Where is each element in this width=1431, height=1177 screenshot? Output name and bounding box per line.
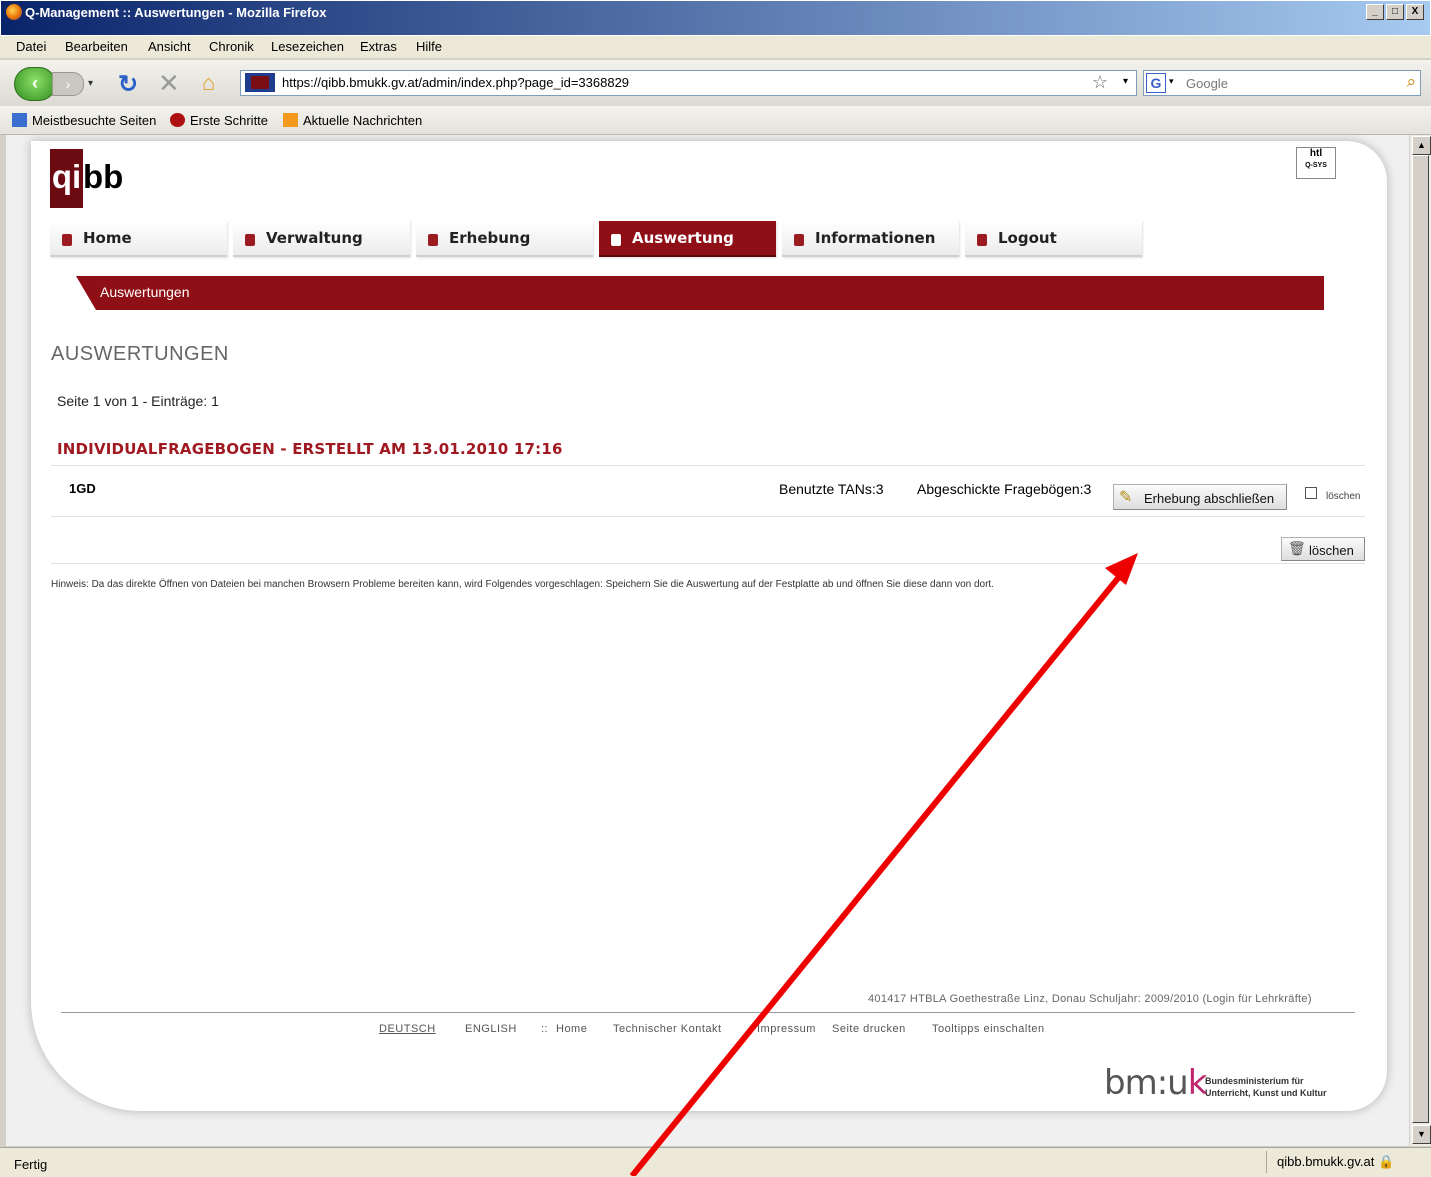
search-icon[interactable]: ⌕ bbox=[1406, 72, 1416, 92]
breadcrumb-item[interactable]: Auswertungen bbox=[100, 284, 190, 300]
home-icon[interactable]: ⌂ bbox=[202, 70, 215, 96]
key-icon: ✎ bbox=[1119, 489, 1133, 506]
page-title: AUSWERTUNGEN bbox=[51, 343, 229, 365]
footer-link-home[interactable]: Home bbox=[556, 1023, 587, 1035]
bookmark-meistbesuchte[interactable]: Meistbesuchte Seiten bbox=[12, 113, 156, 128]
tab-home[interactable]: Home bbox=[50, 221, 227, 257]
trash-icon: 🗑 bbox=[1288, 540, 1306, 556]
history-dropdown-icon[interactable]: ▾ bbox=[88, 78, 93, 89]
bookmark-erste-schritte[interactable]: Erste Schritte bbox=[170, 113, 268, 128]
page-viewport: qi bb htl Q-SYS Home Verwaltung Erhebung… bbox=[6, 135, 1409, 1146]
footer-link-impressum[interactable]: Impressum bbox=[757, 1023, 816, 1035]
scroll-thumb[interactable] bbox=[1412, 155, 1429, 1123]
address-bar[interactable]: https://qibb.bmukk.gv.at/admin/index.php… bbox=[240, 70, 1137, 96]
delete-checkbox-label: löschen bbox=[1326, 491, 1361, 502]
vertical-scrollbar[interactable]: ▲ ▼ bbox=[1409, 135, 1431, 1146]
bookmark-folder-icon bbox=[12, 113, 27, 127]
status-host: qibb.bmukk.gv.at 🔒 bbox=[1266, 1151, 1394, 1173]
menu-chronik[interactable]: Chronik bbox=[209, 39, 254, 54]
google-icon[interactable]: G bbox=[1146, 73, 1166, 93]
htl-qsys-logo: htl Q-SYS bbox=[1296, 147, 1336, 179]
school-info: 401417 HTBLA Goethestraße Linz, Donau Sc… bbox=[868, 993, 1312, 1005]
footer-link-english[interactable]: ENGLISH bbox=[465, 1023, 517, 1035]
window-title: Q-Management :: Auswertungen - Mozilla F… bbox=[25, 5, 327, 20]
used-tans: Benutzte TANs:3 bbox=[779, 481, 884, 497]
tab-bullet-icon bbox=[428, 234, 438, 246]
tab-bullet-icon bbox=[977, 234, 987, 246]
bookmark-aktuelle-nachrichten[interactable]: Aktuelle Nachrichten bbox=[283, 113, 422, 128]
menu-bar: Datei Bearbeiten Ansicht Chronik Lesezei… bbox=[0, 36, 1431, 58]
breadcrumb: Auswertungen bbox=[76, 276, 1324, 310]
tab-bullet-icon bbox=[245, 234, 255, 246]
delete-checkbox[interactable] bbox=[1305, 487, 1317, 499]
maximize-button[interactable]: □ bbox=[1386, 4, 1404, 20]
menu-extras[interactable]: Extras bbox=[360, 39, 397, 54]
tab-bullet-icon bbox=[611, 234, 621, 246]
url-dropdown-icon[interactable]: ▾ bbox=[1123, 76, 1128, 87]
footer-link-tooltipps[interactable]: Tooltipps einschalten bbox=[932, 1023, 1045, 1035]
tab-logout[interactable]: Logout bbox=[965, 221, 1142, 257]
menu-bearbeiten[interactable]: Bearbeiten bbox=[65, 39, 128, 54]
firefox-icon bbox=[6, 4, 22, 20]
rss-icon bbox=[283, 113, 298, 127]
firefox-bookmark-icon bbox=[170, 113, 185, 127]
tab-erhebung[interactable]: Erhebung bbox=[416, 221, 593, 257]
footer-link-seite-drucken[interactable]: Seite drucken bbox=[832, 1023, 906, 1035]
class-name: 1GD bbox=[69, 481, 96, 496]
back-button[interactable]: ‹ bbox=[14, 67, 56, 101]
divider bbox=[51, 465, 1365, 466]
tab-auswertung[interactable]: Auswertung bbox=[599, 221, 776, 257]
footer-divider bbox=[61, 1012, 1355, 1013]
forward-button[interactable]: › bbox=[52, 72, 84, 96]
bookmarks-bar: Meistbesuchte Seiten Erste Schritte Aktu… bbox=[0, 106, 1431, 135]
minimize-button[interactable]: _ bbox=[1366, 4, 1384, 20]
lock-icon[interactable]: 🔒 bbox=[1378, 1154, 1394, 1169]
window-titlebar: Q-Management :: Auswertungen - Mozilla F… bbox=[0, 0, 1431, 36]
navigation-toolbar: ‹ › ▾ ↻ ✕ ⌂ https://qibb.bmukk.gv.at/adm… bbox=[0, 60, 1431, 106]
tab-informationen[interactable]: Informationen bbox=[782, 221, 959, 257]
tab-bullet-icon bbox=[794, 234, 804, 246]
menu-datei[interactable]: Datei bbox=[16, 39, 46, 54]
menu-lesezeichen[interactable]: Lesezeichen bbox=[271, 39, 344, 54]
url-text[interactable]: https://qibb.bmukk.gv.at/admin/index.php… bbox=[282, 75, 629, 90]
footer-link-deutsch[interactable]: DEUTSCH bbox=[379, 1023, 436, 1035]
search-input[interactable]: Google bbox=[1186, 76, 1228, 91]
divider bbox=[51, 563, 1365, 564]
delete-button[interactable]: 🗑 löschen bbox=[1281, 537, 1365, 561]
hint-text: Hinweis: Da das direkte Öffnen von Datei… bbox=[51, 579, 994, 590]
scroll-down-button[interactable]: ▼ bbox=[1412, 1125, 1431, 1144]
scroll-up-button[interactable]: ▲ bbox=[1412, 136, 1431, 155]
pagination-info: Seite 1 von 1 - Einträge: 1 bbox=[57, 393, 219, 409]
divider bbox=[51, 516, 1365, 517]
survey-section-title: INDIVIDUALFRAGEBOGEN - ERSTELLT AM 13.01… bbox=[57, 440, 563, 458]
search-engine-dropdown-icon[interactable]: ▾ bbox=[1169, 76, 1174, 87]
search-box[interactable]: G ▾ Google ⌕ bbox=[1143, 70, 1421, 96]
menu-ansicht[interactable]: Ansicht bbox=[148, 39, 191, 54]
bookmark-star-icon[interactable]: ☆ bbox=[1092, 72, 1108, 93]
footer-link-technischer-kontakt[interactable]: Technischer Kontakt bbox=[613, 1023, 722, 1035]
submitted-questionnaires: Abgeschickte Fragebögen:3 bbox=[917, 481, 1092, 497]
tab-verwaltung[interactable]: Verwaltung bbox=[233, 221, 410, 257]
stop-icon[interactable]: ✕ bbox=[158, 68, 180, 99]
footer-separator: :: bbox=[541, 1023, 549, 1035]
status-bar: Fertig qibb.bmukk.gv.at 🔒 bbox=[0, 1147, 1431, 1177]
reload-icon[interactable]: ↻ bbox=[118, 70, 138, 99]
menu-hilfe[interactable]: Hilfe bbox=[416, 39, 442, 54]
tab-bullet-icon bbox=[62, 234, 72, 246]
close-button[interactable]: X bbox=[1406, 4, 1424, 20]
site-favicon bbox=[245, 73, 275, 92]
close-survey-button[interactable]: ✎ Erhebung abschließen bbox=[1113, 484, 1287, 510]
status-text: Fertig bbox=[14, 1157, 48, 1172]
